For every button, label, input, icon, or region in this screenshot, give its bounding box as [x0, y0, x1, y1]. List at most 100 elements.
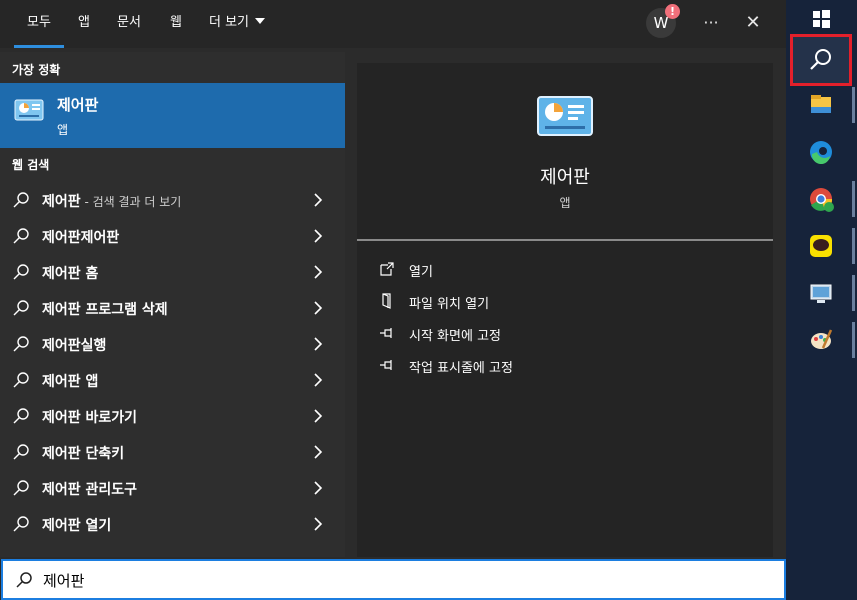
taskbar-running-indicator	[852, 322, 855, 358]
pin-icon	[380, 360, 392, 370]
taskbar-running-indicator	[852, 228, 855, 264]
web-search-query: 제어판	[42, 194, 81, 210]
preview-type: 앱	[559, 196, 571, 210]
results-list: 가장 정확 제어판 앱 웹 검색 제어판 - 검색 결과 더 보기 제어판제어판 제…	[0, 52, 345, 557]
account-alert-badge: !	[665, 4, 680, 19]
search-icon	[810, 49, 831, 70]
web-search-result[interactable]: 제어판실행	[0, 326, 345, 362]
preview-pane: 제어판 앱 열기 파일 위치 열기 시작 화면에 고정 작업 표시줄에 고정	[357, 63, 773, 557]
chevron-right-icon[interactable]	[313, 265, 323, 279]
preview-divider	[357, 239, 773, 241]
taskbar-running-indicator	[852, 181, 855, 217]
control-panel-icon[interactable]	[803, 275, 839, 311]
web-search-result-text: 제어판 바로가기	[42, 407, 137, 427]
web-search-query: 제어판 관리도구	[42, 482, 138, 498]
chevron-right-icon[interactable]	[313, 517, 323, 531]
web-search-hint: - 검색 결과 더 보기	[80, 195, 182, 209]
tab-all[interactable]: 모두	[14, 0, 64, 48]
web-search-result-text: 제어판 앱	[42, 371, 98, 391]
search-icon	[16, 572, 32, 588]
tab-more[interactable]: 더 보기	[209, 0, 266, 48]
search-icon	[13, 444, 29, 460]
web-search-query: 제어판 단축키	[42, 446, 125, 462]
tab-apps[interactable]: 앱	[78, 0, 90, 48]
search-icon	[13, 228, 29, 244]
close-button[interactable]: ✕	[740, 10, 766, 36]
web-search-result-text: 제어판 열기	[42, 515, 111, 535]
action-pin-to-taskbar-label: 작업 표시줄에 고정	[409, 361, 513, 376]
chevron-right-icon[interactable]	[313, 373, 323, 387]
search-icon	[13, 336, 29, 352]
search-taskbar-button[interactable]	[790, 34, 852, 86]
web-search-result[interactable]: 제어판 관리도구	[0, 470, 345, 506]
chevron-right-icon[interactable]	[313, 229, 323, 243]
chevron-right-icon[interactable]	[313, 481, 323, 495]
windows-start-icon[interactable]	[803, 1, 839, 37]
web-search-result-text: 제어판 단축키	[42, 443, 124, 463]
web-search-query: 제어판실행	[42, 338, 107, 354]
caret-down-icon	[255, 18, 266, 24]
web-search-result-text: 제어판 프로그램 삭제	[42, 299, 168, 319]
action-open-label: 열기	[409, 265, 433, 280]
search-icon	[13, 192, 29, 208]
search-icon	[13, 516, 29, 532]
search-input[interactable]	[41, 566, 745, 594]
search-icon	[13, 264, 29, 280]
preview-title: 제어판	[540, 167, 590, 188]
chevron-right-icon[interactable]	[313, 337, 323, 351]
chevron-right-icon[interactable]	[313, 445, 323, 459]
web-search-result[interactable]: 제어판 바로가기	[0, 398, 345, 434]
chevron-right-icon[interactable]	[313, 301, 323, 315]
best-match-type: 앱	[57, 123, 69, 137]
search-icon	[13, 480, 29, 496]
search-icon	[13, 300, 29, 316]
chrome-icon[interactable]	[803, 181, 839, 217]
web-search-result-text: 제어판실행	[42, 335, 106, 355]
tab-more-label: 더 보기	[209, 15, 250, 30]
more-options-button[interactable]: ···	[698, 10, 724, 36]
web-search-result[interactable]: 제어판 단축키	[0, 434, 345, 470]
web-search-query: 제어판 열기	[42, 518, 112, 534]
web-search-result[interactable]: 제어판 열기	[0, 506, 345, 542]
web-search-query: 제어판 앱	[42, 374, 99, 390]
web-search-query: 제어판 프로그램 삭제	[42, 302, 168, 318]
search-icon	[13, 408, 29, 424]
action-pin-to-start-label: 시작 화면에 고정	[409, 329, 501, 344]
web-search-heading: 웹 검색	[12, 158, 50, 172]
web-search-result[interactable]: 제어판 홈	[0, 254, 345, 290]
kakaotalk-icon[interactable]	[803, 228, 839, 264]
web-search-query: 제어판 바로가기	[42, 410, 138, 426]
best-match-item[interactable]: 제어판 앱	[0, 83, 345, 148]
chevron-right-icon[interactable]	[313, 409, 323, 423]
web-search-query: 제어판 홈	[42, 266, 99, 282]
paint-icon[interactable]	[803, 322, 839, 358]
taskbar-running-indicator	[852, 275, 855, 311]
best-match-name: 제어판	[57, 96, 99, 114]
chevron-right-icon[interactable]	[313, 193, 323, 207]
search-topbar: 모두 앱 문서 웹 더 보기 W ! ··· ✕	[0, 0, 786, 48]
file-location-icon	[382, 293, 391, 309]
file-explorer-icon[interactable]	[803, 87, 839, 123]
search-icon	[13, 372, 29, 388]
open-icon	[380, 262, 394, 276]
tab-web[interactable]: 웹	[170, 0, 182, 48]
web-search-result-text: 제어판 관리도구	[42, 479, 137, 499]
web-search-result[interactable]: 제어판제어판	[0, 218, 345, 254]
web-search-result[interactable]: 제어판 프로그램 삭제	[0, 290, 345, 326]
control-panel-icon	[537, 96, 593, 136]
action-open-file-location-label: 파일 위치 열기	[409, 297, 490, 312]
search-window: 모두 앱 문서 웹 더 보기 W ! ··· ✕ 가장 정확 제어판 앱 웹 검…	[0, 0, 786, 600]
search-box[interactable]	[1, 559, 786, 600]
web-search-result-text: 제어판 - 검색 결과 더 보기	[42, 191, 181, 211]
web-search-result-text: 제어판제어판	[42, 227, 119, 247]
taskbar	[786, 0, 857, 600]
edge-icon[interactable]	[803, 134, 839, 170]
web-search-result[interactable]: 제어판 - 검색 결과 더 보기	[0, 182, 345, 218]
web-search-query: 제어판제어판	[42, 230, 120, 246]
taskbar-running-indicator	[852, 87, 855, 123]
web-search-result-text: 제어판 홈	[42, 263, 98, 283]
pin-icon	[380, 328, 392, 338]
tab-documents[interactable]: 문서	[117, 0, 141, 48]
web-search-result[interactable]: 제어판 앱	[0, 362, 345, 398]
control-panel-icon	[14, 99, 44, 121]
